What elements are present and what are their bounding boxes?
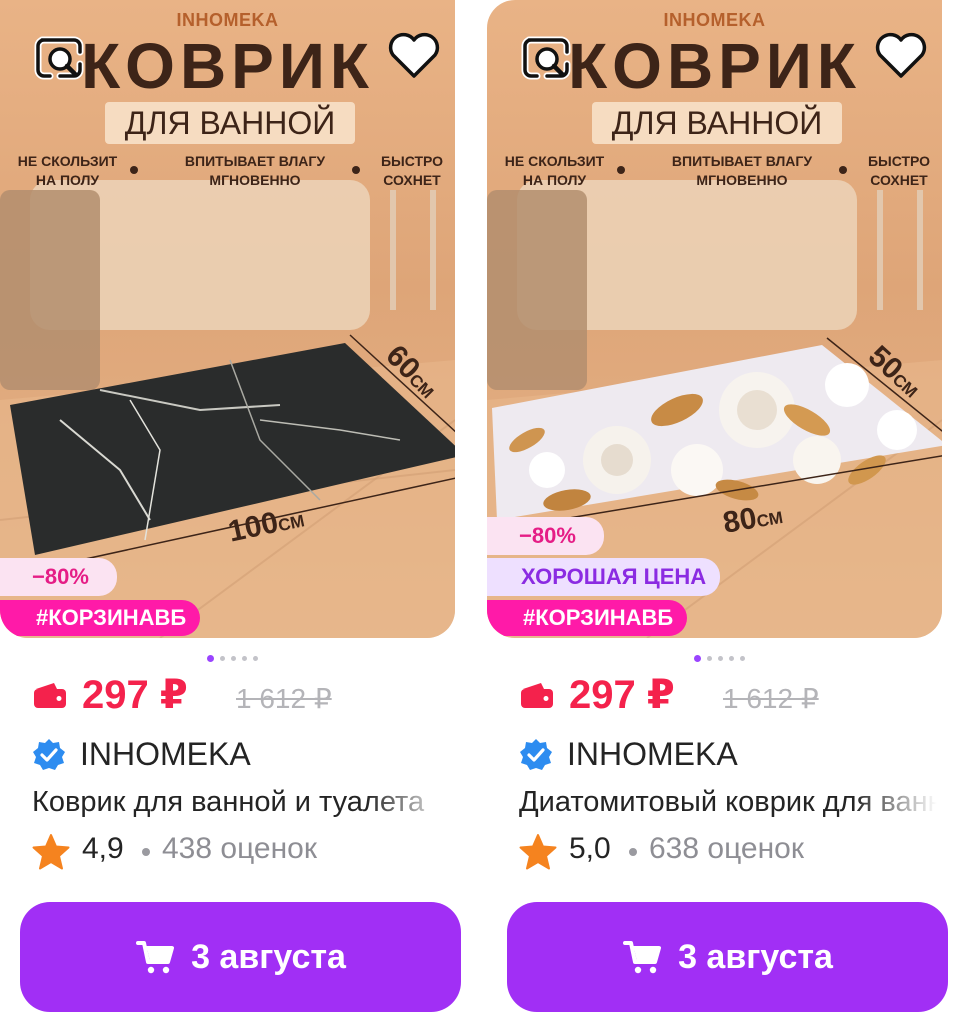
promo-tag-badge: #КОРЗИНАВБ: [487, 600, 688, 636]
heart-icon[interactable]: [872, 28, 930, 82]
cart-icon: [623, 941, 662, 974]
reviews-count: 438 оценок: [162, 832, 317, 865]
rating-score: 4,9: [82, 832, 124, 865]
feature-separator: [130, 166, 138, 174]
search-similar-icon[interactable]: [517, 32, 575, 84]
image-feature: БЫСТРО СОХНЕТ: [867, 153, 931, 188]
heart-icon[interactable]: [385, 28, 443, 82]
old-price: 1 612 ₽: [723, 683, 819, 714]
add-to-cart-button[interactable]: 3 августа: [507, 902, 948, 1012]
image-feature: НЕ СКОЛЬЗИТ НА ПОЛУ: [504, 153, 605, 188]
current-price: 297 ₽: [82, 673, 188, 717]
feature-separator: [617, 166, 625, 174]
product-title[interactable]: Диатомитовый коврик для ванной: [519, 782, 937, 822]
discount-badge: −80%: [0, 558, 117, 596]
product-card[interactable]: INHOMEKA КОВРИК ДЛЯ ВАННОЙ НЕ СКОЛЬЗИТ Н…: [0, 0, 461, 1015]
image-carousel-dots: [207, 650, 264, 663]
image-feature: ВПИТЫВАЕТ ВЛАГУ МГНОВЕННО: [184, 153, 326, 188]
wallet-icon: [521, 683, 553, 708]
delivery-date: 3 августа: [191, 937, 346, 976]
reviews-count: 638 оценок: [649, 832, 804, 865]
star-icon: [32, 834, 70, 870]
feature-separator: [352, 166, 360, 174]
image-feature: ВПИТЫВАЕТ ВЛАГУ МГНОВЕННО: [671, 153, 813, 188]
star-icon: [519, 834, 557, 870]
seller-name: INHOMEKA: [80, 736, 251, 772]
promo-tag-badge: #КОРЗИНАВБ: [0, 600, 201, 636]
image-subheadline: ДЛЯ ВАННОЙ: [592, 102, 842, 144]
product-card[interactable]: INHOMEKA КОВРИК ДЛЯ ВАННОЙ НЕ СКОЛЬЗИТ Н…: [487, 0, 948, 1015]
feature-separator: [839, 166, 847, 174]
delivery-date: 3 августа: [678, 937, 833, 976]
product-image[interactable]: INHOMEKA КОВРИК ДЛЯ ВАННОЙ НЕ СКОЛЬЗИТ Н…: [0, 0, 455, 638]
product-grid: INHOMEKA КОВРИК ДЛЯ ВАННОЙ НЕ СКОЛЬЗИТ Н…: [0, 0, 968, 1015]
verified-icon: [520, 739, 552, 770]
good-price-badge: ХОРОШАЯ ЦЕНА: [487, 558, 721, 596]
current-price: 297 ₽: [569, 673, 675, 717]
old-price: 1 612 ₽: [236, 683, 332, 714]
add-to-cart-button[interactable]: 3 августа: [20, 902, 461, 1012]
rating-separator: [629, 848, 637, 856]
image-subheadline: ДЛЯ ВАННОЙ: [105, 102, 355, 144]
discount-badge: −80%: [487, 517, 604, 555]
rating-separator: [142, 848, 150, 856]
rating-score: 5,0: [569, 832, 611, 865]
product-image[interactable]: INHOMEKA КОВРИК ДЛЯ ВАННОЙ НЕ СКОЛЬЗИТ Н…: [487, 0, 942, 638]
wallet-icon: [34, 683, 66, 708]
cart-icon: [136, 941, 175, 974]
seller-name: INHOMEKA: [567, 736, 738, 772]
image-feature: БЫСТРО СОХНЕТ: [380, 153, 444, 188]
product-title[interactable]: Коврик для ванной и туалета: [32, 782, 450, 822]
image-carousel-dots: [694, 650, 751, 663]
image-feature: НЕ СКОЛЬЗИТ НА ПОЛУ: [17, 153, 118, 188]
search-similar-icon[interactable]: [30, 32, 88, 84]
verified-icon: [33, 739, 65, 770]
